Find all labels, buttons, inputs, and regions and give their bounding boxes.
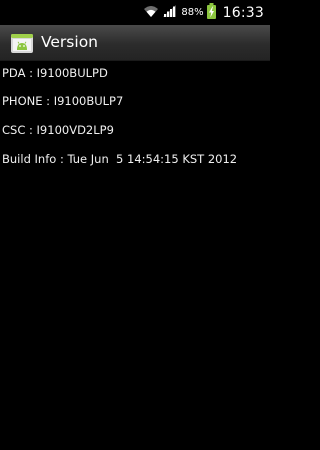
phone-version: PHONE : I9100BULP7 [2,94,124,108]
csc-version: CSC : I9100VD2LP9 [2,123,114,137]
battery-percent: 88% [181,7,204,18]
clock: 16:33 [222,4,264,21]
status-icons: 88% 16:33 [143,2,264,23]
battery-charging-icon [206,2,216,23]
page-title: Version [41,33,98,51]
status-bar: 88% 16:33 [0,0,270,25]
android-settings-icon [10,31,34,55]
wifi-icon [143,3,159,22]
signal-icon [162,3,177,22]
build-info: Build Info : Tue Jun 5 14:54:15 KST 2012 [2,152,238,166]
pda-version: PDA : I9100BULPD [2,66,108,80]
title-bar: Version [0,25,270,61]
